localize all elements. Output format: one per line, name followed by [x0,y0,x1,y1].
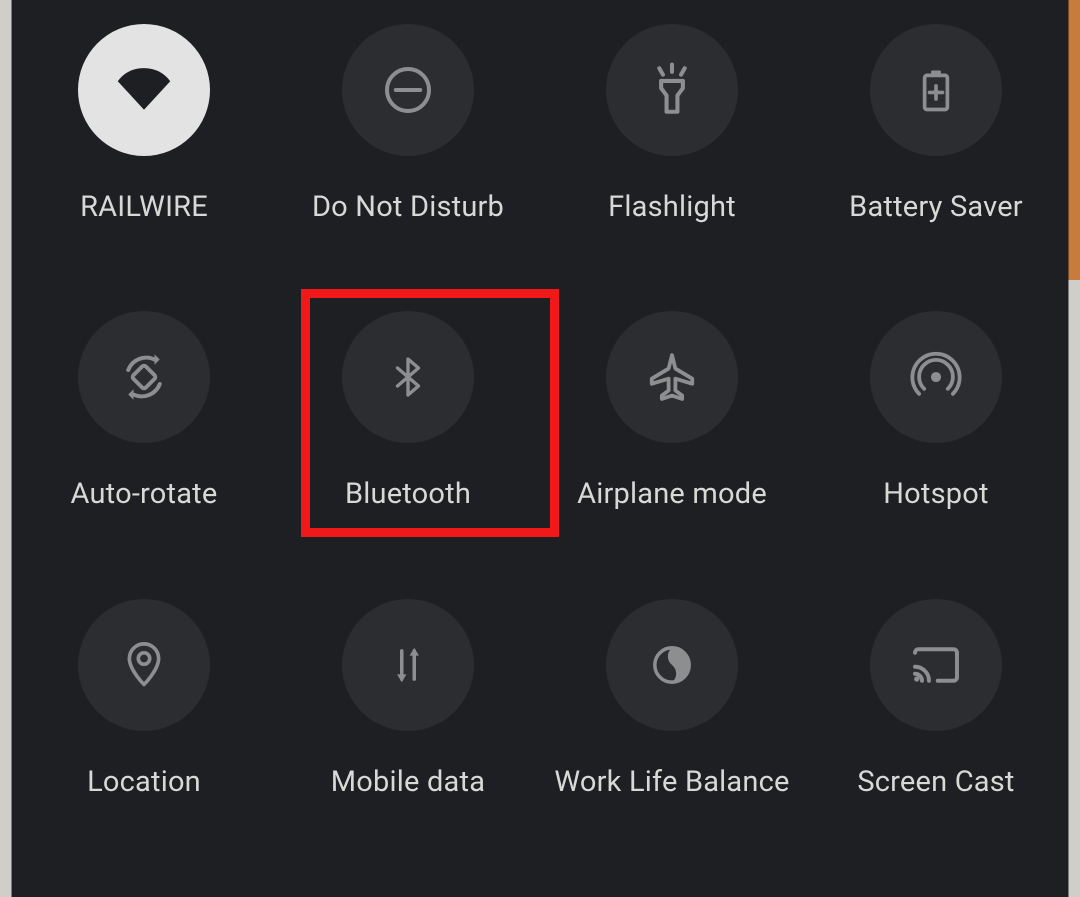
battery-saver-icon [870,24,1002,156]
tile-battery-saver[interactable]: Battery Saver [804,0,1068,287]
tile-label: Auto-rotate [71,477,218,511]
tile-wifi[interactable]: RAILWIRE [12,0,276,287]
tile-mobile-data[interactable]: Mobile data [276,575,540,862]
wifi-icon [78,24,210,156]
tile-bluetooth[interactable]: Bluetooth [276,287,540,574]
mobile-data-icon [342,599,474,731]
tile-label: Screen Cast [857,765,1014,799]
tile-label: Mobile data [331,765,485,799]
quick-settings-grid: RAILWIRE Do Not Disturb [12,0,1068,862]
tile-hotspot[interactable]: Hotspot [804,287,1068,574]
tile-label: Airplane mode [577,477,767,511]
bluetooth-icon [342,311,474,443]
work-life-balance-icon [606,599,738,731]
tile-dnd[interactable]: Do Not Disturb [276,0,540,287]
tile-work-life[interactable]: Work Life Balance [540,575,804,862]
tile-location[interactable]: Location [12,575,276,862]
tile-screen-cast[interactable]: Screen Cast [804,575,1068,862]
screen-cast-icon [870,599,1002,731]
tile-label: Hotspot [883,477,988,511]
tile-auto-rotate[interactable]: Auto-rotate [12,287,276,574]
tile-label: Battery Saver [849,190,1023,224]
tile-flashlight[interactable]: Flashlight [540,0,804,287]
tile-label: Work Life Balance [554,765,789,799]
tile-label: RAILWIRE [80,190,208,224]
tile-label: Do Not Disturb [312,190,504,224]
flashlight-icon [606,24,738,156]
location-pin-icon [78,599,210,731]
tile-label: Flashlight [608,190,736,224]
tile-airplane-mode[interactable]: Airplane mode [540,287,804,574]
hotspot-icon [870,311,1002,443]
dnd-icon [342,24,474,156]
tile-label: Location [87,765,201,799]
quick-settings-panel: RAILWIRE Do Not Disturb [12,0,1068,897]
airplane-icon [606,311,738,443]
auto-rotate-icon [78,311,210,443]
tile-label: Bluetooth [345,477,471,511]
